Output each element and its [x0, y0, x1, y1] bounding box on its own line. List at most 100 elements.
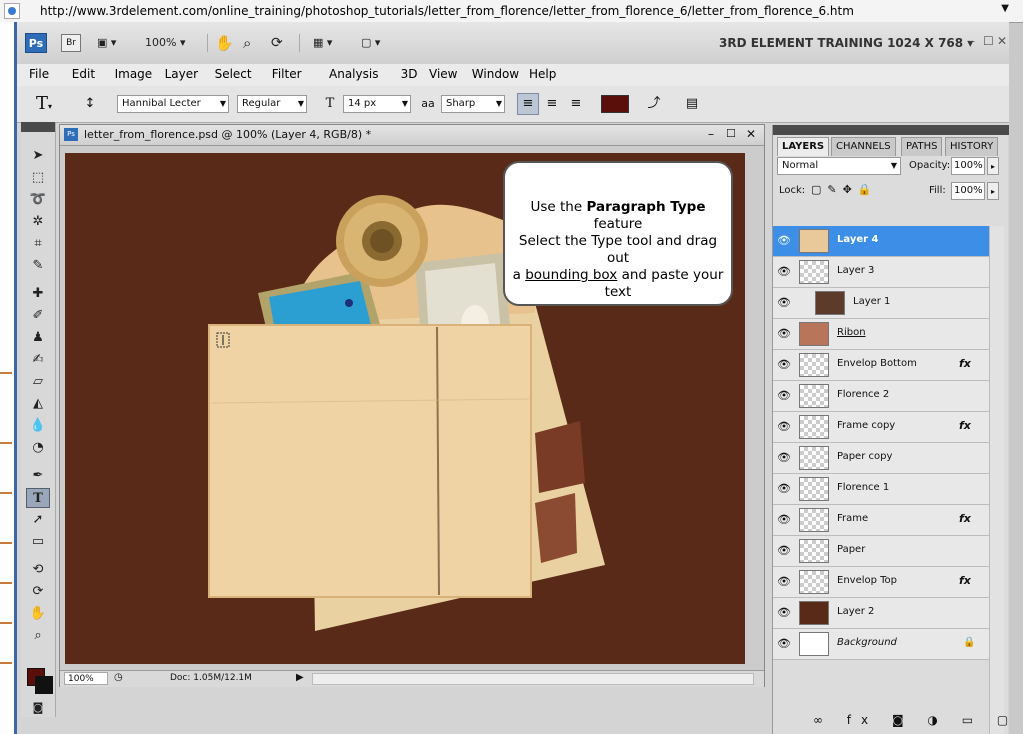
healing-brush-tool-icon[interactable]: ✚ [26, 284, 50, 304]
close-icon[interactable]: ✕ [997, 34, 1007, 48]
menu-select[interactable]: Select [215, 67, 252, 81]
character-panel-icon[interactable]: ▤ [681, 93, 703, 115]
layer-row[interactable]: 👁 Paper copy [773, 443, 989, 474]
document-tab[interactable]: Ps letter_from_florence.psd @ 100% (Laye… [60, 125, 764, 146]
menu-window[interactable]: Window [472, 67, 519, 81]
layer-row[interactable]: 👁 Florence 1 [773, 474, 989, 505]
zoom-level-dropdown[interactable]: 100% ▾ [145, 33, 185, 53]
menu-view[interactable]: View [429, 67, 457, 81]
fill-field[interactable]: 100% [951, 182, 985, 200]
3d-orbit-tool-icon[interactable]: ⟳ [26, 582, 50, 602]
lock-options-icons[interactable]: ▢✎✥🔒 [811, 183, 878, 196]
maximize-icon[interactable]: ☐ [983, 34, 994, 48]
blend-mode-dropdown[interactable]: Normal ▼ [777, 157, 901, 175]
tab-history[interactable]: HISTORY [945, 137, 999, 156]
antialias-dropdown[interactable]: Sharp ▼ [441, 95, 505, 113]
url-dropdown-icon[interactable]: ▼ [1001, 3, 1009, 14]
layer-row[interactable]: 👁 Envelop Top fx [773, 567, 989, 598]
doc-close-icon[interactable]: ✕ [746, 127, 756, 141]
visibility-eye-icon[interactable]: 👁 [777, 390, 791, 402]
layer-row[interactable]: 👁 Frame fx [773, 505, 989, 536]
visibility-eye-icon[interactable]: 👁 [777, 421, 791, 433]
visibility-eye-icon[interactable]: 👁 [777, 576, 791, 588]
pen-tool-icon[interactable]: ✒ [26, 466, 50, 486]
visibility-eye-icon[interactable]: 👁 [777, 545, 791, 557]
visibility-eye-icon[interactable]: 👁 [777, 638, 791, 650]
menu-edit[interactable]: Edit [72, 67, 95, 81]
menu-3d[interactable]: 3D [401, 67, 418, 81]
zoom-tool-icon[interactable]: ⌕ [243, 33, 251, 53]
fill-arrow-icon[interactable]: ▸ [987, 182, 999, 200]
font-size-field[interactable]: 14 px ▼ [343, 95, 411, 113]
visibility-eye-icon[interactable]: 👁 [777, 266, 791, 278]
layer-row[interactable]: 👁 Layer 2 [773, 598, 989, 629]
paint-bucket-tool-icon[interactable]: ◭ [26, 394, 50, 414]
screen-mode-icon[interactable]: ▢ ▾ [361, 33, 380, 53]
rotate-view-icon[interactable]: ⟳ [271, 33, 283, 53]
background-color-swatch[interactable] [35, 676, 53, 694]
menu-analysis[interactable]: Analysis [329, 67, 378, 81]
visibility-eye-icon[interactable]: 👁 [777, 359, 791, 371]
3d-rotate-tool-icon[interactable]: ⟲ [26, 560, 50, 580]
view-extras-icon[interactable]: ▣ ▾ [97, 33, 116, 53]
marquee-tool-icon[interactable]: ⬚ [26, 168, 50, 188]
menu-image[interactable]: Image [115, 67, 153, 81]
visibility-eye-icon[interactable]: 👁 [777, 235, 791, 247]
menu-file[interactable]: File [29, 67, 49, 81]
layer-row[interactable]: 👁 Florence 2 [773, 381, 989, 412]
shape-tool-icon[interactable]: ▭ [26, 532, 50, 552]
warp-text-icon[interactable]: ⤴ [643, 93, 665, 115]
layer-row[interactable]: 👁 Layer 4 [773, 226, 989, 257]
menu-layer[interactable]: Layer [165, 67, 198, 81]
layer-effects-icon[interactable]: fx [959, 357, 971, 370]
zoom-tool-icon[interactable]: ⌕ [26, 626, 50, 646]
layer-row[interactable]: 👁 Envelop Bottom fx [773, 350, 989, 381]
doc-maximize-icon[interactable]: ☐ [726, 127, 736, 140]
type-tool-preset-button[interactable]: T▾ [33, 93, 55, 115]
brush-tool-icon[interactable]: ✐ [26, 306, 50, 326]
clone-stamp-tool-icon[interactable]: ♟ [26, 328, 50, 348]
layer-row[interactable]: 👁 Paper [773, 536, 989, 567]
layer-effects-icon[interactable]: fx [959, 512, 971, 525]
hand-tool-icon[interactable]: ✋ [26, 604, 50, 624]
text-color-swatch[interactable] [601, 95, 629, 113]
url-text[interactable]: http://www.3rdelement.com/online_trainin… [40, 4, 854, 18]
status-arrow-icon[interactable]: ▶ [296, 672, 304, 683]
layer-effects-icon[interactable]: fx [959, 419, 971, 432]
font-family-dropdown[interactable]: Hannibal Lecter ▼ [117, 95, 229, 113]
tab-channels[interactable]: CHANNELS [831, 137, 896, 156]
layer-row[interactable]: 👁 Background 🔒 [773, 629, 989, 660]
type-tool-icon[interactable]: T [26, 488, 50, 508]
visibility-eye-icon[interactable]: 👁 [777, 297, 791, 309]
history-brush-tool-icon[interactable]: ✍ [26, 350, 50, 370]
eyedropper-tool-icon[interactable]: ✎ [26, 256, 50, 276]
font-style-dropdown[interactable]: Regular ▼ [237, 95, 307, 113]
tab-paths[interactable]: PATHS [901, 137, 943, 156]
lasso-tool-icon[interactable]: ➰ [26, 190, 50, 210]
dodge-tool-icon[interactable]: ◔ [26, 438, 50, 458]
align-right-button[interactable]: ≡ [565, 93, 587, 115]
visibility-eye-icon[interactable]: 👁 [777, 328, 791, 340]
visibility-eye-icon[interactable]: 👁 [777, 607, 791, 619]
horizontal-scrollbar[interactable] [312, 673, 754, 685]
doc-minimize-icon[interactable]: – [708, 127, 714, 141]
toggle-orientation-icon[interactable]: ↕ [79, 93, 101, 115]
visibility-eye-icon[interactable]: 👁 [777, 452, 791, 464]
layer-row[interactable]: 👁 Frame copy fx [773, 412, 989, 443]
blur-tool-icon[interactable]: 💧 [26, 416, 50, 436]
arrange-documents-icon[interactable]: ▦ ▾ [313, 33, 332, 53]
quick-mask-icon[interactable]: ◙ [26, 698, 50, 718]
align-left-button[interactable]: ≡ [517, 93, 539, 115]
crop-tool-icon[interactable]: ⌗ [26, 234, 50, 254]
visibility-eye-icon[interactable]: 👁 [777, 483, 791, 495]
visibility-eye-icon[interactable]: 👁 [777, 514, 791, 526]
layer-row[interactable]: 👁 Ribon [773, 319, 989, 350]
path-selection-tool-icon[interactable]: ➚ [26, 510, 50, 530]
status-menu-icon[interactable]: ◷ [114, 672, 123, 683]
magic-wand-tool-icon[interactable]: ✲ [26, 212, 50, 232]
bridge-button[interactable]: Br [61, 34, 81, 52]
minimize-icon[interactable]: – [969, 34, 975, 48]
hand-tool-icon[interactable]: ✋ [215, 33, 234, 53]
layer-actions-bar[interactable]: ∞ fx ◙ ◑ ▭ ▢ 🗑 [813, 713, 1023, 727]
layer-row[interactable]: 👁 Layer 1 [773, 288, 989, 319]
